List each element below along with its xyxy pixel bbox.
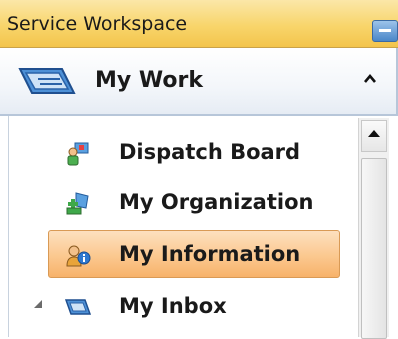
expand-arrow-icon[interactable] bbox=[32, 298, 44, 310]
arrow-up-icon bbox=[368, 130, 380, 137]
nav-item-my-information[interactable]: My Information bbox=[48, 230, 340, 278]
inbox-icon bbox=[65, 299, 91, 315]
scroll-up-button[interactable] bbox=[361, 120, 387, 152]
nav-item-dispatch-board[interactable]: Dispatch Board bbox=[48, 128, 340, 176]
vertical-scrollbar[interactable] bbox=[358, 118, 389, 339]
minimize-button[interactable] bbox=[372, 20, 398, 42]
section-header-my-work[interactable]: My Work bbox=[0, 48, 398, 114]
window-title: Service Workspace bbox=[7, 13, 188, 35]
nav-item-label: My Organization bbox=[119, 190, 314, 214]
section-title: My Work bbox=[95, 68, 203, 93]
nav-item-my-inbox[interactable]: My Inbox bbox=[48, 282, 340, 330]
nav-item-label: Dispatch Board bbox=[119, 140, 301, 164]
nav-item-my-organization[interactable]: My Organization bbox=[48, 178, 340, 226]
nav-item-label: My Information bbox=[119, 242, 301, 266]
my-work-icon bbox=[18, 68, 76, 94]
chevron-up-icon[interactable] bbox=[362, 71, 378, 87]
organization-icon bbox=[66, 192, 89, 215]
title-bar: Service Workspace bbox=[0, 0, 398, 48]
dispatch-board-icon bbox=[67, 142, 89, 166]
scroll-thumb[interactable] bbox=[361, 158, 387, 339]
nav-item-label: My Inbox bbox=[119, 294, 227, 318]
minimize-icon bbox=[379, 29, 391, 32]
user-info-icon bbox=[66, 245, 91, 267]
